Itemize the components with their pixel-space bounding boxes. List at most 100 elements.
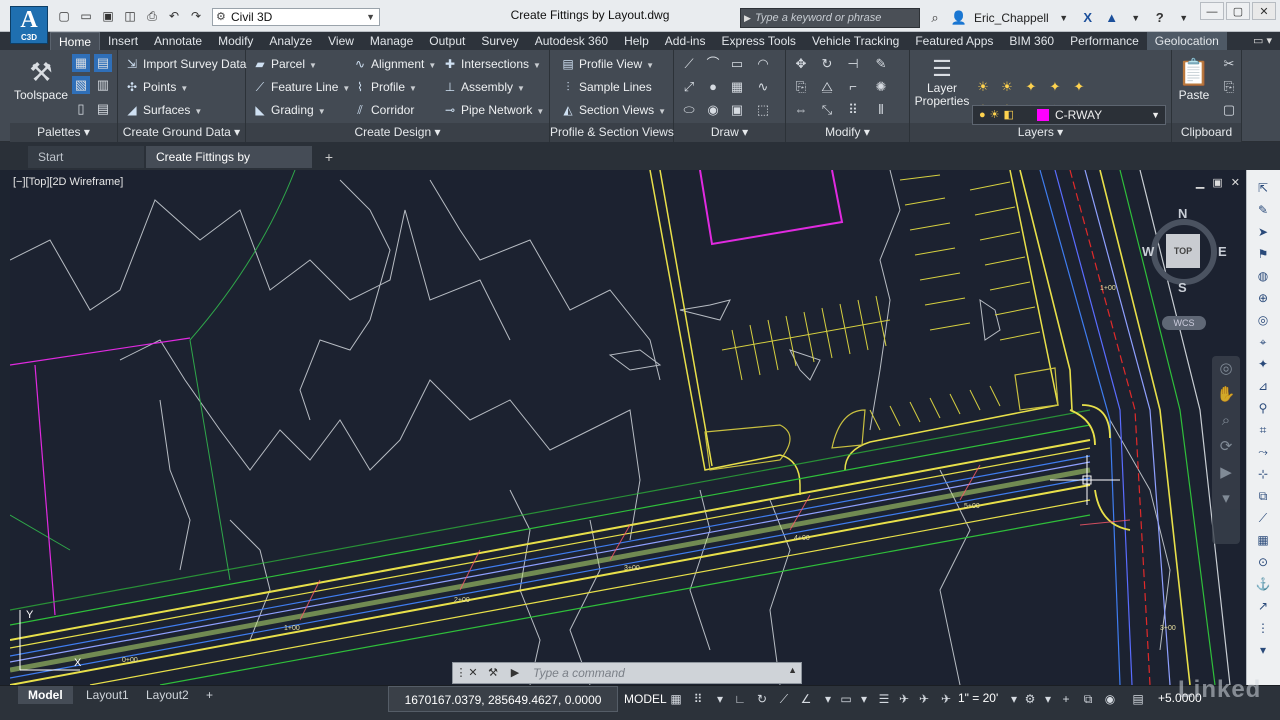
workspace-dropdown[interactable]: ⚙ Civil 3D ▼ <box>212 8 380 26</box>
inquiry-icon[interactable]: ⌗ <box>1253 420 1273 440</box>
rectangle-icon[interactable]: ▭ <box>728 55 746 73</box>
copy-clip-icon[interactable]: ⎘ <box>1220 78 1238 96</box>
line-tool-icon[interactable]: ⟋ <box>1253 508 1273 528</box>
intersections-button[interactable]: ✚ Intersections ▼ <box>442 54 541 74</box>
command-input[interactable]: Type a command <box>533 665 625 681</box>
chevron-down-icon[interactable]: ▾ <box>712 691 728 707</box>
tab-add-ins[interactable]: Add-ins <box>657 32 714 50</box>
new-icon[interactable]: ▢ <box>56 8 72 24</box>
tab-insert[interactable]: Insert <box>100 32 146 50</box>
isodraft-icon[interactable]: ⟋ <box>776 691 792 707</box>
point-snap-icon[interactable]: ✦ <box>1253 354 1273 374</box>
orbit-icon[interactable]: ⟳ <box>1212 434 1240 460</box>
tab-vehicle-tracking[interactable]: Vehicle Tracking <box>804 32 907 50</box>
snap-mode-icon[interactable]: ⠿ <box>690 691 706 707</box>
snap-icon[interactable]: ⌖ <box>1253 332 1273 352</box>
globe-grid-icon[interactable]: ⊕ <box>1253 288 1273 308</box>
stretch-icon[interactable]: ⇔ <box>792 101 810 119</box>
survey-tab-icon[interactable]: ▧ <box>72 76 90 94</box>
grid-icon[interactable]: ⋮ <box>1253 618 1273 638</box>
rotate-icon[interactable]: ↻ <box>818 55 836 73</box>
flag-icon[interactable]: ⚑ <box>1253 244 1273 264</box>
compass-south[interactable]: S <box>1178 280 1187 295</box>
panel-title-profile-section-views[interactable]: Profile & Section Views <box>550 123 674 142</box>
tab-help[interactable]: Help <box>616 32 657 50</box>
layer-freeze-icon[interactable]: ☀ <box>998 78 1016 96</box>
minimize-icon[interactable]: ▁ <box>1196 176 1204 189</box>
layer-lock-icon[interactable]: ✦ <box>1022 78 1040 96</box>
coordinate-readout[interactable]: 1670167.0379, 285649.4627, 0.0000 <box>388 686 618 712</box>
chevron-down-icon[interactable]: ▼ <box>1175 9 1193 27</box>
table-icon[interactable]: ▦ <box>1253 530 1273 550</box>
recent-commands-icon[interactable]: ▶ <box>507 665 523 681</box>
grading-button[interactable]: ◣ Grading ▼ <box>252 100 325 120</box>
toolbox-icon[interactable]: ▥ <box>94 76 112 94</box>
sample-lines-button[interactable]: ⫶ Sample Lines <box>560 77 651 97</box>
toolspace-button[interactable]: ⚒ Toolspace <box>12 56 70 102</box>
tab-featured-apps[interactable]: Featured Apps <box>907 32 1001 50</box>
boundary-icon[interactable]: ⬚ <box>754 101 772 119</box>
tab-express-tools[interactable]: Express Tools <box>713 32 803 50</box>
zoom-icon[interactable]: ⌕ <box>1212 408 1240 434</box>
workspace-switch-icon[interactable]: ⚙ <box>1022 691 1038 707</box>
panel-title-create-ground-data[interactable]: Create Ground Data ▾ <box>118 123 245 142</box>
profile-view-button[interactable]: ▤ Profile View ▼ <box>560 54 654 74</box>
tab-manage[interactable]: Manage <box>362 32 421 50</box>
tab-layout1[interactable]: Layout1 <box>76 686 139 704</box>
corridor-button[interactable]: ⫽ Corridor <box>352 100 414 120</box>
panel-title-create-design[interactable]: Create Design ▾ <box>246 123 549 142</box>
a360-icon[interactable]: ▲ <box>1103 9 1121 27</box>
undo-icon[interactable]: ↶ <box>166 8 182 24</box>
polyline-icon[interactable]: ⌒ <box>704 55 722 73</box>
tab-model[interactable]: Model <box>18 686 73 704</box>
fillet-icon[interactable]: ⌐ <box>844 78 862 96</box>
search-input[interactable]: ▶ Type a keyword or phrase <box>740 8 920 28</box>
restore-icon[interactable]: ▣ <box>1212 176 1222 189</box>
compass-west[interactable]: W <box>1142 244 1154 259</box>
edit-icon[interactable]: ✎ <box>1253 200 1273 220</box>
import-survey-data-button[interactable]: ⇲ Import Survey Data <box>124 54 246 74</box>
drawing-canvas[interactable]: 0+00 1+00 2+00 3+00 4+00 5+00 1+00 3+00 … <box>10 170 1246 685</box>
crosshair-icon[interactable]: ⊹ <box>1253 464 1273 484</box>
tab-annotate[interactable]: Annotate <box>146 32 210 50</box>
object-tracking-icon[interactable]: ∠ <box>798 691 814 707</box>
layer-tool-icon[interactable]: ⧉ <box>1253 486 1273 506</box>
tab-bim-360[interactable]: BIM 360 <box>1001 32 1062 50</box>
layer-on-icon[interactable]: ☀ <box>974 78 992 96</box>
help-icon[interactable]: ? <box>1151 9 1169 27</box>
circle-icon[interactable]: ● <box>704 78 722 96</box>
match-properties-icon[interactable]: ✎ <box>872 55 890 73</box>
compass-north[interactable]: N <box>1178 206 1187 221</box>
plus-icon[interactable]: + <box>1058 691 1074 707</box>
cut-icon[interactable]: ✂ <box>1220 55 1238 73</box>
globe-icon[interactable]: ◍ <box>1253 266 1273 286</box>
tab-current-drawing[interactable]: Create Fittings by Layout*✕ <box>146 146 312 186</box>
ortho-icon[interactable]: ∟ <box>732 691 748 707</box>
annotation-scale-icon[interactable]: ✈ <box>938 691 954 707</box>
open-icon[interactable]: ▭ <box>78 8 94 24</box>
chevron-down-icon[interactable]: ▼ <box>1127 9 1145 27</box>
object-snap-icon[interactable]: ▭ <box>838 691 854 707</box>
measure-icon[interactable]: ⊿ <box>1253 376 1273 396</box>
scroll-down-icon[interactable]: ▾ <box>1253 640 1273 660</box>
print-icon[interactable]: ⎙ <box>144 8 160 24</box>
points-button[interactable]: ✣ Points ▼ <box>124 77 188 97</box>
spline-icon[interactable]: ∿ <box>754 78 772 96</box>
pin-icon[interactable]: ⚲ <box>1253 398 1273 418</box>
tab-modify[interactable]: Modify <box>210 32 261 50</box>
polar-tracking-icon[interactable]: ↻ <box>754 691 770 707</box>
route-icon[interactable]: ⤳ <box>1253 442 1273 462</box>
surfaces-button[interactable]: ◢ Surfaces ▼ <box>124 100 202 120</box>
alignment-button[interactable]: ∿ Alignment ▼ <box>352 54 436 74</box>
settings-tab-icon[interactable]: ▤ <box>94 54 112 72</box>
scale-icon[interactable]: ⤡ <box>818 101 836 119</box>
annotation-visibility-icon[interactable]: ✈ <box>896 691 912 707</box>
offset-icon[interactable]: ⫴ <box>872 101 890 119</box>
elevation-icon[interactable]: ▤ <box>1130 691 1146 707</box>
redo-icon[interactable]: ↷ <box>188 8 204 24</box>
region-icon[interactable]: ▣ <box>728 101 746 119</box>
chevron-down-icon[interactable]: ▾ <box>1040 691 1056 707</box>
properties-icon[interactable]: ▯ <box>72 100 90 118</box>
binoculars-icon[interactable]: ⌕ <box>926 9 944 27</box>
tab-analyze[interactable]: Analyze <box>261 32 320 50</box>
